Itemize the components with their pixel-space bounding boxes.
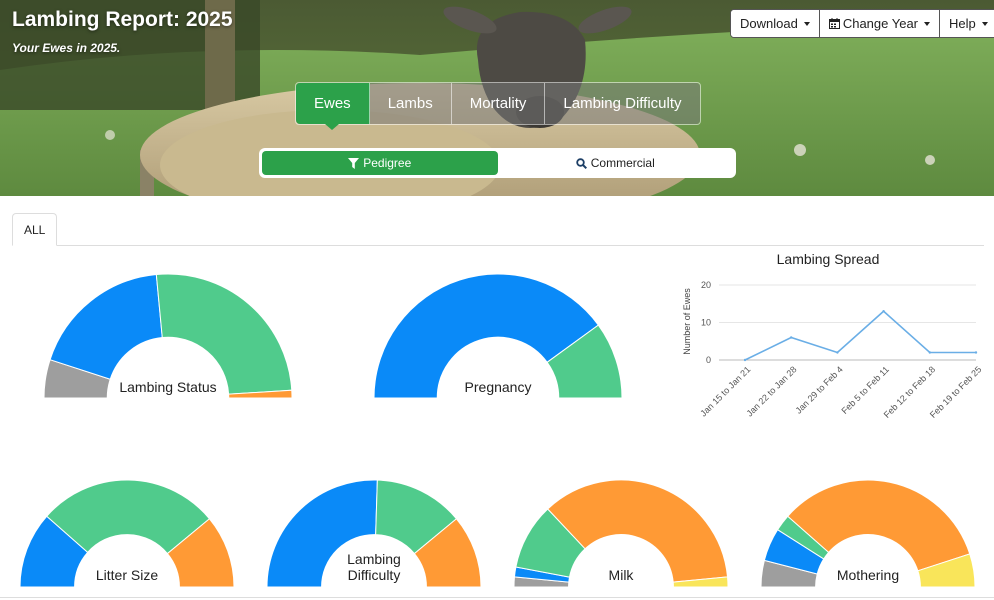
- caret-down-icon: [803, 21, 810, 26]
- y-tick-label: 10: [701, 318, 711, 328]
- litter-size-gauge: Litter Size: [19, 478, 235, 588]
- data-point: [743, 358, 747, 362]
- tab-mortality[interactable]: Mortality: [451, 83, 546, 124]
- mothering-gauge: Mothering: [760, 478, 976, 588]
- data-point: [836, 351, 839, 354]
- top-menu: Download Change Year Help: [730, 9, 994, 38]
- gauge-label: Litter Size: [95, 567, 159, 583]
- data-point: [928, 351, 931, 354]
- pregnancy-gauge: Pregnancy: [373, 273, 623, 399]
- gauge-label: Lambing Status: [119, 379, 217, 395]
- commercial-label: Commercial: [590, 156, 655, 170]
- commercial-button[interactable]: Commercial: [498, 151, 734, 175]
- gauge-segment[interactable]: [155, 273, 293, 395]
- caret-down-icon: [924, 21, 931, 26]
- data-point: [790, 336, 793, 339]
- gauge-label: Pregnancy: [464, 379, 532, 395]
- gauge-segment[interactable]: [49, 274, 163, 380]
- filter-icon: [348, 157, 360, 169]
- lambing-spread-chart: Lambing Spread 0 10 20 Number of Ewes Jan 15 …: [674, 248, 990, 438]
- lambing-difficulty-gauge: Lambing Difficulty: [266, 478, 482, 588]
- y-tick-label: 20: [701, 280, 711, 290]
- change-year-menu-button[interactable]: Change Year: [819, 10, 941, 37]
- tab-all[interactable]: ALL: [12, 213, 58, 246]
- x-tick-label: Feb 5 to Feb 11: [839, 364, 891, 416]
- y-tick-label: 0: [706, 355, 711, 365]
- tab-ewes[interactable]: Ewes: [296, 83, 370, 130]
- pedigree-label: Pedigree: [363, 156, 412, 170]
- divider: [0, 597, 994, 598]
- gauge-label: Milk: [608, 567, 634, 583]
- pedigree-button[interactable]: Pedigree: [262, 151, 498, 175]
- x-tick-label: Jan 22 to Jan 28: [744, 364, 798, 418]
- calendar-icon: [828, 18, 840, 29]
- tab-lambs[interactable]: Lambs: [369, 83, 452, 124]
- x-tick-label: Feb 19 to Feb 25: [928, 364, 984, 420]
- help-label: Help: [949, 16, 976, 31]
- search-icon: [576, 157, 587, 169]
- download-menu-button[interactable]: Download: [731, 10, 820, 37]
- x-tick-label: Jan 29 to Feb 4: [794, 364, 845, 415]
- caret-down-icon: [981, 21, 988, 26]
- data-point: [882, 310, 885, 313]
- chart-title: Lambing Spread: [777, 251, 880, 267]
- main-tabs: Ewes Lambs Mortality Lambing Difficulty: [295, 82, 701, 130]
- series-line: [744, 310, 976, 361]
- flock-type-toggle: Pedigree Commercial: [259, 148, 736, 178]
- header-banner: Lambing Report: 2025 Your Ewes in 2025. …: [0, 0, 994, 196]
- help-menu-button[interactable]: Help: [940, 10, 994, 37]
- y-axis-label: Number of Ewes: [682, 288, 692, 355]
- tab-lambing-difficulty[interactable]: Lambing Difficulty: [545, 83, 700, 124]
- milk-gauge: Milk: [513, 478, 729, 588]
- lambing-status-gauge: Lambing Status: [43, 273, 293, 399]
- page-title: Lambing Report: 2025: [12, 8, 233, 31]
- download-label: Download: [740, 16, 798, 31]
- gauge-label: Lambing Difficulty: [347, 551, 401, 583]
- lambing-spread-chart-svg: Lambing Spread01020Number of EwesJan 15 …: [682, 251, 984, 420]
- page-subtitle: Your Ewes in 2025.: [12, 41, 121, 55]
- data-point: [974, 351, 978, 354]
- sub-tabs: ALL: [12, 213, 984, 246]
- change-year-label: Change Year: [842, 16, 919, 31]
- gauge-label: Mothering: [836, 567, 900, 583]
